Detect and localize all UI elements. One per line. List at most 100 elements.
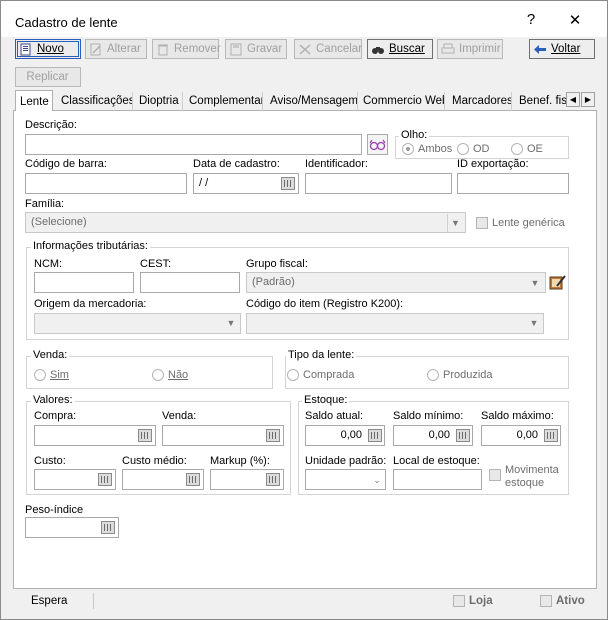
calculator-icon[interactable] [101,521,115,534]
gravar-label: Gravar [247,43,283,55]
calculator-icon[interactable] [266,429,280,442]
valores-title: Valores: [31,394,75,406]
book-edit-button[interactable] [549,274,566,291]
chevron-down-icon[interactable]: ▼ [447,214,463,232]
glasses-button[interactable] [367,134,388,155]
lente-tab-panel: Descrição: Olho: Ambos OD OE Código de b… [13,111,597,589]
calculator-icon[interactable] [368,429,382,442]
ativo-checkbox[interactable]: Ativo [540,595,585,607]
buscar-label: Buscar [389,43,425,55]
tab-benef-fis[interactable]: Benef. fis [515,92,567,111]
local-estoque-input[interactable] [393,469,482,490]
tab-complementar[interactable]: Complementar [185,92,263,111]
chevron-down-icon[interactable]: ▼ [526,314,542,332]
calculator-icon[interactable] [456,429,470,442]
ativo-label: Ativo [556,595,585,607]
venda-nao-radio[interactable]: Não [152,369,188,381]
glasses-icon [369,139,386,151]
tab-lente[interactable]: Lente [15,90,53,112]
id-exportacao-label: ID exportação: [457,158,529,170]
radio-icon [511,143,523,155]
chevron-down-icon[interactable]: ▼ [527,274,543,292]
printer-icon [441,43,455,56]
codigo-barra-input[interactable] [25,173,187,194]
tab-classificacoes[interactable]: Classificações [57,92,133,111]
radio-selected-icon [402,143,414,155]
close-button[interactable]: ✕ [565,11,585,29]
calculator-icon[interactable] [544,429,558,442]
custo-medio-label: Custo médio: [122,455,187,467]
olho-title: Olho: [399,129,430,141]
tab-dioptria[interactable]: Dioptria [135,92,183,111]
tab-scroll-right[interactable]: ▶ [581,92,595,107]
buscar-button[interactable]: Buscar [367,39,433,59]
status-divider [93,593,94,609]
origem-select[interactable] [34,313,241,334]
descricao-label: Descrição: [25,119,77,131]
cadastro-lente-window: Cadastro de lente ? ✕ Novo Alterar Remov… [0,0,608,620]
tab-aviso-mensagem[interactable]: Aviso/Mensagem [266,92,358,111]
checkbox-icon [540,595,552,607]
remover-button[interactable]: Remover [152,39,221,59]
tipo-produzida-radio[interactable]: Produzida [427,369,493,381]
olho-oe-radio[interactable]: OE [511,143,543,155]
id-exportacao-input[interactable] [457,173,569,194]
estoque-title: Estoque: [302,394,350,406]
radio-icon [427,369,439,381]
checkbox-icon [453,595,465,607]
voltar-button[interactable]: Voltar [529,39,595,59]
codigo-item-select[interactable] [246,313,544,334]
saldo-minimo-label: Saldo mínimo: [393,410,464,422]
gravar-button[interactable]: Gravar [225,39,287,59]
markup-label: Markup (%): [210,455,270,467]
familia-value: (Selecione) [31,216,87,228]
descricao-input[interactable] [25,134,362,155]
cest-input[interactable] [140,272,240,293]
replicar-label: Replicar [26,71,69,83]
familia-select[interactable]: (Selecione) [25,212,466,233]
tipo-comprada-radio[interactable]: Comprada [287,369,354,381]
movimenta-estoque-label: Movimenta estoque [505,464,559,489]
imprimir-button[interactable]: Imprimir [437,39,503,59]
help-button[interactable]: ? [521,11,541,28]
novo-label: Novo [37,43,64,55]
calculator-icon[interactable] [138,429,152,442]
codigo-barra-label: Código de barra: [25,158,107,170]
chevron-down-icon[interactable]: ⌄ [369,471,385,489]
tipo-comprada-label: Comprada [303,369,355,381]
tributarias-title: Informações tributárias: [31,240,150,252]
lente-generica-label: Lente genérica [492,217,565,229]
grupo-fiscal-select[interactable]: (Padrão) [246,272,546,293]
cancelar-button[interactable]: Cancelar [294,39,362,59]
voltar-label: Voltar [551,43,581,55]
tipo-lente-title: Tipo da lente: [286,349,357,361]
tab-commercio-web[interactable]: Commercio Web [359,92,445,111]
tab-scroll-left[interactable]: ◀ [566,92,580,107]
olho-ambos-radio[interactable]: Ambos [402,143,452,155]
binoculars-icon [371,43,385,56]
calculator-icon[interactable] [98,473,112,486]
venda-nao-label: Não [168,369,189,381]
save-disk-icon [229,43,243,56]
grupo-fiscal-label: Grupo fiscal: [246,258,308,270]
venda-sim-radio[interactable]: Sim [34,369,69,381]
calculator-icon[interactable] [266,473,280,486]
cest-label: CEST: [140,258,172,270]
data-cadastro-value: / / [199,177,209,189]
tipo-produzida-label: Produzida [443,369,493,381]
cancel-x-icon [298,43,312,56]
lente-generica-checkbox[interactable]: Lente genérica [476,217,565,229]
identificador-input[interactable] [305,173,452,194]
loja-checkbox[interactable]: Loja [453,595,493,607]
movimenta-estoque-checkbox[interactable]: Movimenta estoque [489,464,569,490]
novo-button[interactable]: Novo [15,39,81,59]
tab-marcadores[interactable]: Marcadores [448,92,512,111]
calendar-icon[interactable] [281,177,295,190]
alterar-button[interactable]: Alterar [85,39,147,59]
ncm-input[interactable] [34,272,134,293]
calculator-icon[interactable] [186,473,200,486]
title-bar: Cadastro de lente ? ✕ [1,1,607,37]
chevron-down-icon[interactable]: ▼ [223,314,239,332]
olho-od-radio[interactable]: OD [457,143,490,155]
replicar-button[interactable]: Replicar [15,67,81,87]
